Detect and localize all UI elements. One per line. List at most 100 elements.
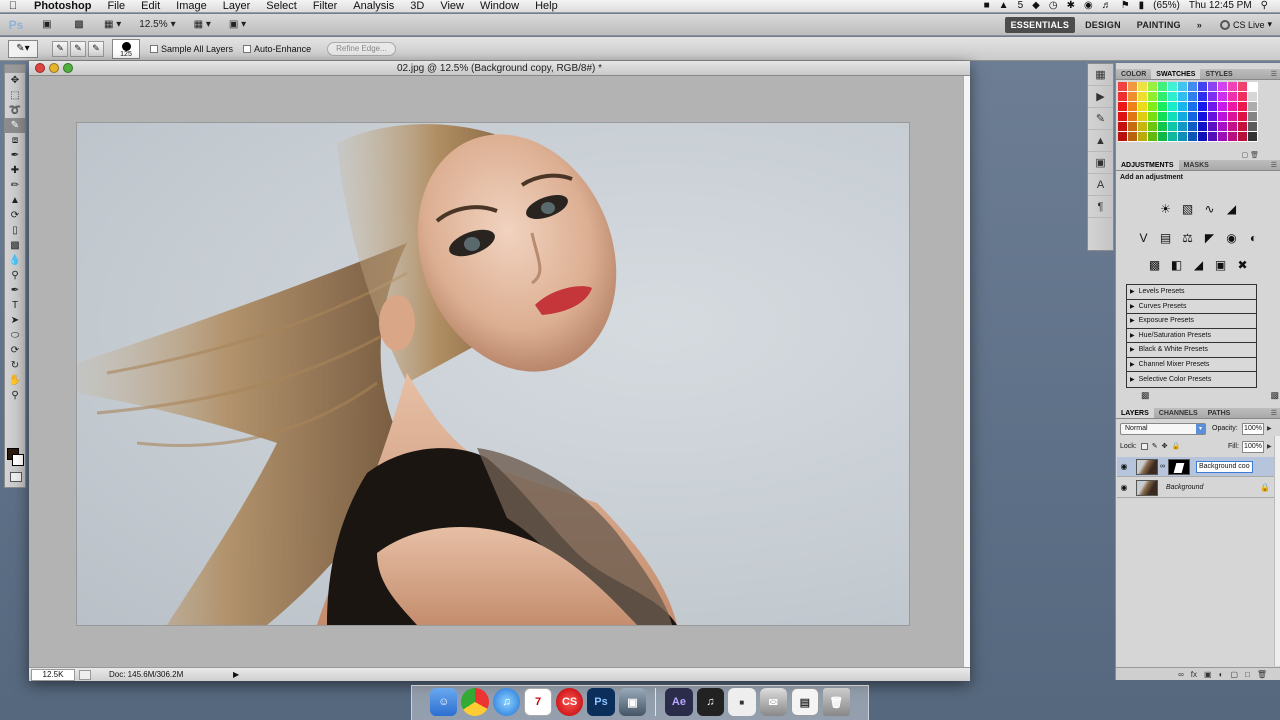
finder-icon[interactable]: ☺ <box>430 688 458 716</box>
character-panel-icon[interactable]: A <box>1088 174 1113 196</box>
menu-filter[interactable]: Filter <box>305 0 345 12</box>
vibrance-icon[interactable]: V <box>1135 229 1152 246</box>
background-color-swatch[interactable] <box>12 454 24 466</box>
type-tool-icon[interactable]: T <box>5 298 25 313</box>
tab-adjustments[interactable]: ADJUSTMENTS <box>1116 160 1179 170</box>
layer-name[interactable]: Background <box>1166 484 1203 491</box>
dodge-tool-icon[interactable]: ⚲ <box>5 268 25 283</box>
swatch-cell[interactable] <box>1248 102 1258 112</box>
logic-icon[interactable]: ♫ <box>696 688 725 716</box>
layer-thumbnail[interactable] <box>1136 458 1158 475</box>
3d-orbit-tool-icon[interactable]: ↻ <box>5 358 25 373</box>
panel-menu-icon[interactable]: ☰ <box>1267 408 1280 418</box>
path-selection-tool-icon[interactable]: ➤ <box>5 313 25 328</box>
photoshop-icon[interactable]: Ps <box>587 688 615 716</box>
black-white-icon[interactable]: ◤ <box>1201 229 1218 246</box>
swatch-cell[interactable] <box>1128 112 1138 122</box>
swatch-cell[interactable] <box>1198 102 1208 112</box>
adobe-cs-icon[interactable]: CS <box>555 688 584 716</box>
apple-icon[interactable]:  <box>0 0 26 12</box>
lasso-tool-icon[interactable]: ➰ <box>5 103 25 118</box>
swatch-cell[interactable] <box>1168 122 1178 132</box>
photo-app-icon[interactable]: ▣ <box>618 688 647 716</box>
swatch-cell[interactable] <box>1248 122 1258 132</box>
preset-black-white[interactable]: ▶ Black & White Presets <box>1127 343 1256 358</box>
canvas-image[interactable] <box>77 123 909 625</box>
mail-icon[interactable]: ✉ <box>759 688 788 716</box>
trash-icon[interactable]: 🗑 <box>822 688 850 716</box>
swatch-cell[interactable] <box>1128 92 1138 102</box>
chart-doc-icon[interactable]: ▤ <box>791 688 819 716</box>
lock-pixels-icon[interactable]: ✎ <box>1152 442 1158 450</box>
menu-file[interactable]: File <box>99 0 133 12</box>
swatch-cell[interactable] <box>1228 122 1238 132</box>
expanded-view-icon[interactable]: ▩ <box>1270 390 1279 401</box>
workspace-design[interactable]: DESIGN <box>1079 17 1127 33</box>
prefs-icon[interactable]: ■ <box>728 688 756 716</box>
blend-mode-select[interactable]: Normal ▾ <box>1120 423 1206 435</box>
swatch-cell[interactable] <box>1118 112 1128 122</box>
swatch-cell[interactable] <box>1138 82 1148 92</box>
swatch-cell[interactable] <box>1208 102 1218 112</box>
swatch-cell[interactable] <box>1148 102 1158 112</box>
after-effects-icon[interactable]: Ae <box>665 688 693 716</box>
battery-icon[interactable]: ▮ <box>1139 0 1145 12</box>
opacity-slider-arrow-icon[interactable]: ▶ <box>1267 425 1272 432</box>
swatch-cell[interactable] <box>1178 122 1188 132</box>
workspace-more-button[interactable]: » <box>1191 17 1208 33</box>
flag-icon[interactable]: ⚑ <box>1121 0 1130 12</box>
preset-channel-mixer[interactable]: ▶ Channel Mixer Presets <box>1127 357 1256 372</box>
pen-tool-icon[interactable]: ✒ <box>5 283 25 298</box>
swatch-cell[interactable] <box>1118 82 1128 92</box>
curves-icon[interactable]: ∿ <box>1201 200 1218 217</box>
calendar-icon[interactable]: 7 <box>524 688 552 716</box>
cs-live-button[interactable]: CS Live ▾ <box>1219 19 1272 30</box>
document-title-bar[interactable]: 02.jpg @ 12.5% (Background copy, RGB/8#)… <box>29 61 970 76</box>
screen-mode-button[interactable]: ▣ ▾ <box>225 17 250 33</box>
preset-selective-color[interactable]: ▶ Selective Color Presets <box>1127 372 1256 387</box>
tab-color[interactable]: COLOR <box>1116 69 1151 79</box>
history-brush-tool-icon[interactable]: ⟳ <box>5 208 25 223</box>
refine-edge-button[interactable]: Refine Edge... <box>327 41 396 56</box>
swatch-cell[interactable] <box>1228 132 1238 142</box>
document-vertical-scrollbar[interactable] <box>963 76 970 667</box>
marquee-tool-icon[interactable]: ⬚ <box>5 88 25 103</box>
eraser-tool-icon[interactable]: ▯ <box>5 223 25 238</box>
swatch-cell[interactable] <box>1138 112 1148 122</box>
crop-tool-icon[interactable]: ⧈ <box>5 133 25 148</box>
brightness-contrast-icon[interactable]: ☀ <box>1157 200 1174 217</box>
swatch-cell[interactable] <box>1218 102 1228 112</box>
status-menu-arrow-icon[interactable]: ▶ <box>233 670 239 679</box>
photo-filter-icon[interactable]: ◉ <box>1223 229 1240 246</box>
history-panel-icon[interactable]: ▦ <box>1088 64 1113 86</box>
hand-tool-icon[interactable]: ✋ <box>5 373 25 388</box>
swatch-cell[interactable] <box>1168 102 1178 112</box>
toolbox-grip[interactable] <box>5 65 25 73</box>
spot-healing-tool-icon[interactable]: ✚ <box>5 163 25 178</box>
swatch-cell[interactable] <box>1188 132 1198 142</box>
wifi-icon[interactable]: ◉ <box>1084 0 1093 12</box>
preset-curves[interactable]: ▶ Curves Presets <box>1127 299 1256 314</box>
bluetooth-icon[interactable]: ✱ <box>1067 0 1075 12</box>
swatch-cell[interactable] <box>1148 92 1158 102</box>
3d-rotate-tool-icon[interactable]: ⟳ <box>5 343 25 358</box>
swatch-cell[interactable] <box>1188 82 1198 92</box>
fill-field[interactable]: 100% <box>1242 441 1264 453</box>
hue-saturation-icon[interactable]: ▤ <box>1157 229 1174 246</box>
brushes-panel-icon[interactable]: ✎ <box>1088 108 1113 130</box>
swatch-cell[interactable] <box>1228 102 1238 112</box>
swatch-cell[interactable] <box>1218 132 1228 142</box>
swatch-cell[interactable] <box>1248 82 1258 92</box>
swatch-cell[interactable] <box>1238 82 1248 92</box>
swatch-cell[interactable] <box>1238 132 1248 142</box>
workspace-essentials[interactable]: ESSENTIALS <box>1004 16 1076 33</box>
tool-preset-picker[interactable]: ✎▾ <box>8 39 38 58</box>
swatch-cell[interactable] <box>1178 112 1188 122</box>
swatch-cell[interactable] <box>1238 112 1248 122</box>
zoom-tool-icon[interactable]: ⚲ <box>5 388 25 403</box>
panel-menu-icon[interactable]: ☰ <box>1267 160 1280 170</box>
swatch-cell[interactable] <box>1168 112 1178 122</box>
swatch-cell[interactable] <box>1118 122 1128 132</box>
selective-color-icon[interactable]: ✖ <box>1234 256 1251 273</box>
sample-all-layers-checkbox[interactable]: Sample All Layers <box>150 44 233 54</box>
